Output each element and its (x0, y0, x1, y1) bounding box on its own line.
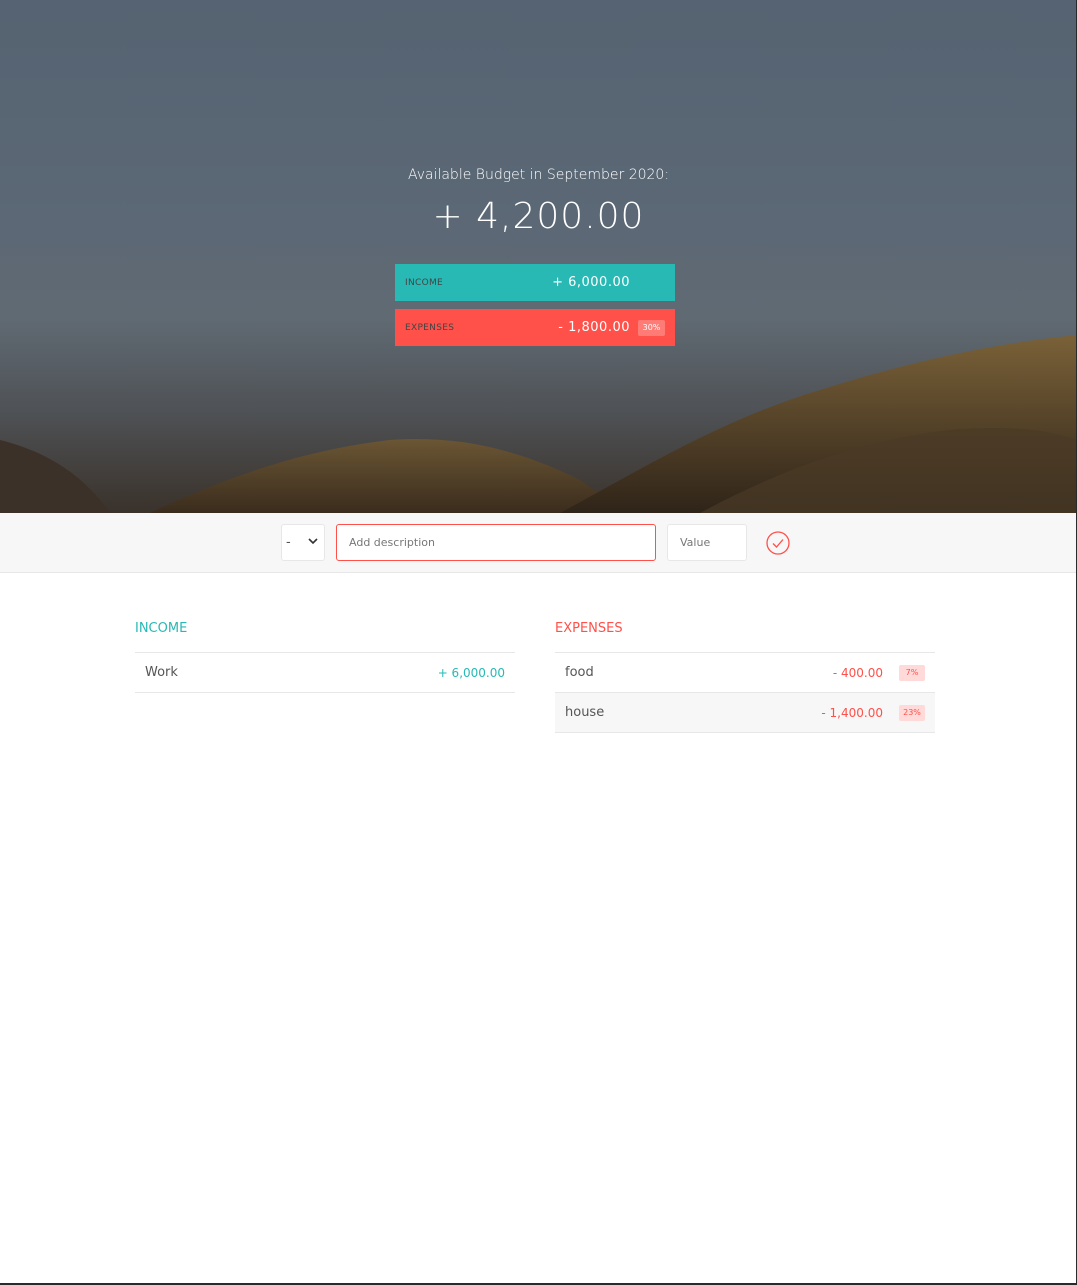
expenses-list: Expenses food - 400.00 7% house - 1,400.… (555, 621, 935, 733)
expenses-summary: Expenses - 1,800.00 30% (395, 309, 675, 346)
list-item[interactable]: food - 400.00 7% (555, 653, 935, 693)
type-select[interactable]: - (281, 524, 325, 561)
chevron-down-icon (308, 538, 318, 545)
list-item[interactable]: house - 1,400.00 23% (555, 693, 935, 733)
item-percentage-badge: 7% (899, 664, 925, 681)
add-submit-button[interactable] (765, 530, 791, 556)
income-summary-label: Income (405, 277, 444, 288)
expenses-summary-label: Expenses (405, 322, 455, 333)
checkmark-circle-icon (766, 531, 790, 555)
item-description: house (565, 705, 605, 720)
item-value: - 400.00 (832, 665, 883, 680)
expenses-percentage-badge: 30% (638, 319, 665, 336)
income-list: Income Work + 6,000.00 (135, 621, 515, 693)
value-input[interactable] (667, 524, 747, 561)
income-list-title: Income (135, 621, 515, 653)
hero-section: Available Budget in September 2020: + 4,… (0, 0, 1077, 513)
item-description: food (565, 665, 594, 680)
description-input[interactable] (336, 524, 656, 561)
budget-title: Available Budget in September 2020: (407, 167, 670, 183)
expenses-list-title: Expenses (555, 621, 935, 653)
type-select-value: - (286, 535, 291, 550)
item-value: + 6,000.00 (437, 665, 505, 680)
hills-background-image (0, 335, 1077, 513)
item-percentage-badge: 23% (899, 704, 925, 721)
item-value: - 1,400.00 (821, 705, 883, 720)
income-summary-value: + 6,000.00 (552, 275, 630, 290)
expenses-summary-value: - 1,800.00 (558, 320, 630, 335)
item-description: Work (145, 665, 178, 680)
income-summary: Income + 6,000.00 (395, 264, 675, 301)
add-entry-bar: - (0, 513, 1077, 573)
list-item[interactable]: Work + 6,000.00 (135, 653, 515, 693)
budget-value: + 4,200.00 (432, 196, 645, 237)
